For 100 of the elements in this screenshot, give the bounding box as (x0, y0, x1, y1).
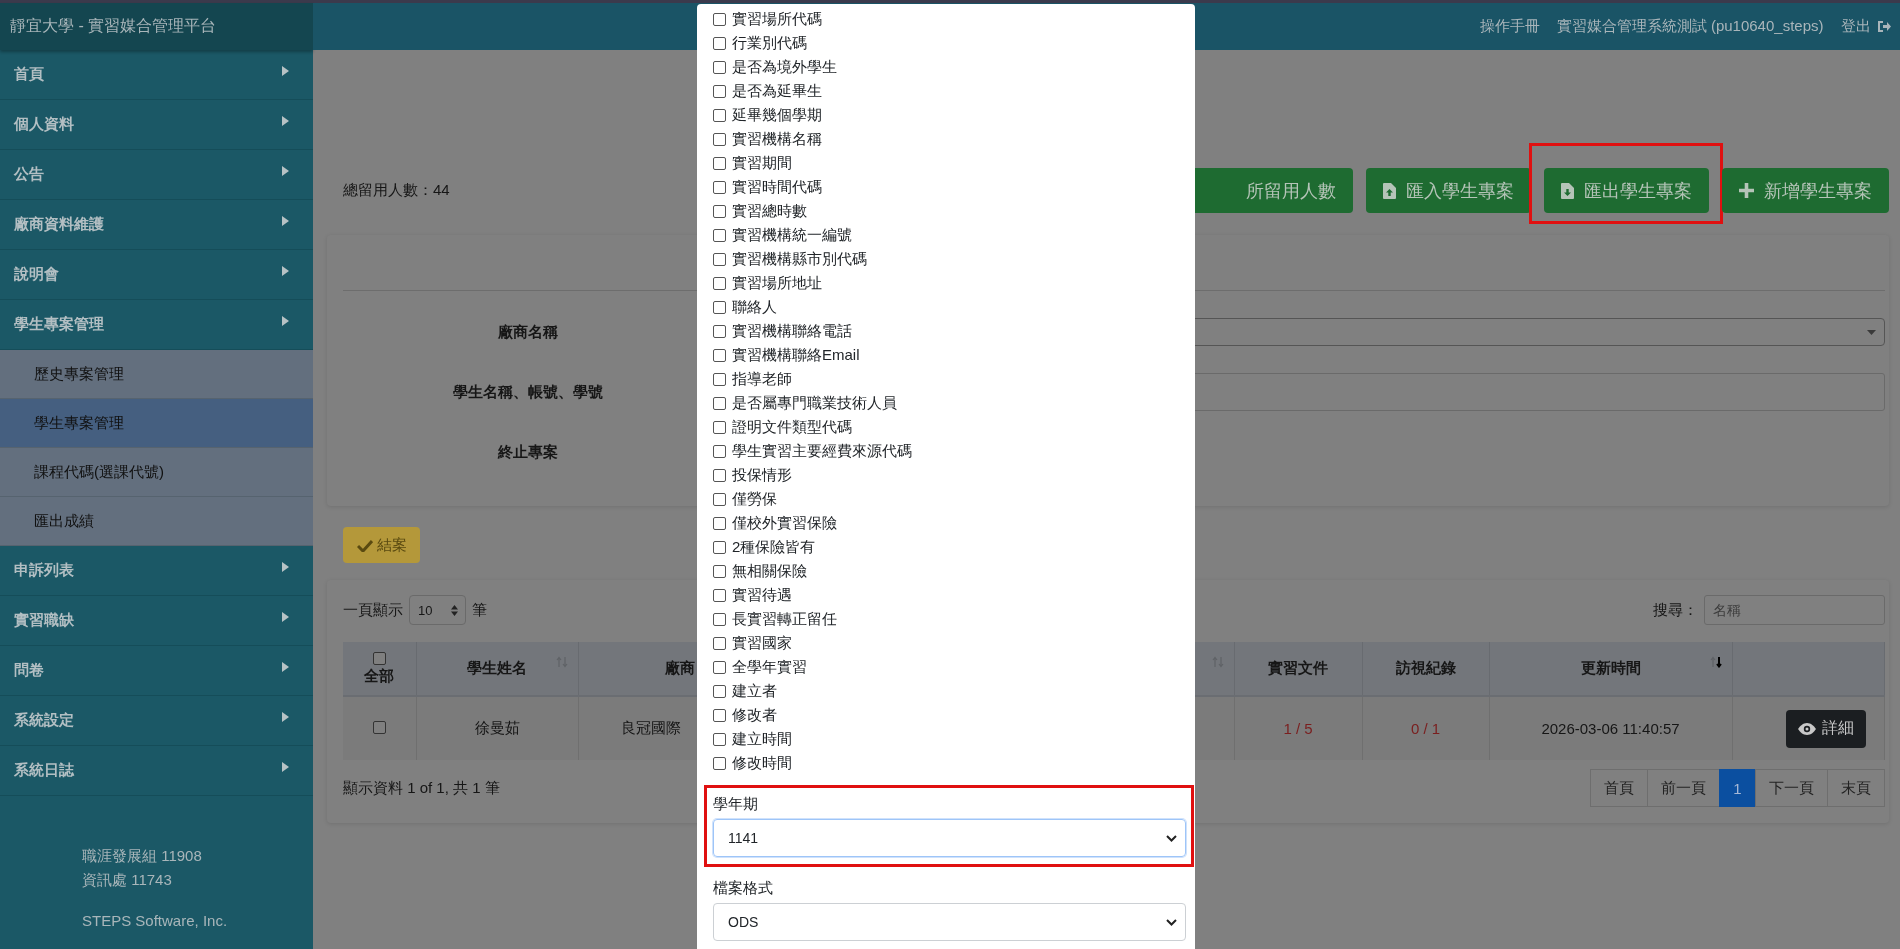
field-option[interactable]: 僅校外實習保險 (713, 511, 1186, 535)
detail-button[interactable]: 詳細 (1785, 709, 1866, 748)
field-option[interactable]: 2種保險皆有 (713, 535, 1186, 559)
column-header[interactable]: 學生姓名 (416, 642, 578, 696)
column-header[interactable]: 更新時間 (1489, 642, 1732, 696)
field-checkbox[interactable] (713, 708, 726, 722)
field-option[interactable]: 實習機構聯絡電話 (713, 319, 1186, 343)
page-size-label: 一頁顯示 (343, 600, 403, 620)
field-checkbox[interactable] (713, 180, 726, 194)
field-checkbox[interactable] (713, 204, 726, 218)
field-checkbox[interactable] (713, 516, 726, 530)
page-size-select[interactable]: 10 (409, 595, 466, 625)
page-button[interactable]: 首頁 (1590, 769, 1649, 807)
field-option[interactable]: 實習機構縣市別代碼 (713, 247, 1186, 271)
sidebar-item[interactable]: 說明會 (0, 250, 313, 300)
field-option[interactable]: 指導老師 (713, 367, 1186, 391)
footer-text: 資訊處 11743 (82, 870, 173, 890)
chevron-down-icon (1166, 834, 1177, 842)
page-button[interactable]: 前一頁 (1647, 769, 1721, 807)
field-checkbox[interactable] (713, 84, 726, 98)
field-checkbox[interactable] (713, 132, 726, 146)
field-option[interactable]: 實習機構聯絡Email (713, 343, 1186, 367)
field-checkbox[interactable] (713, 60, 726, 74)
action-button[interactable]: 匯入學生專案 (1365, 168, 1531, 213)
field-checkbox[interactable] (713, 36, 726, 50)
field-checkbox[interactable] (713, 540, 726, 554)
field-option[interactable]: 無相關保險 (713, 559, 1186, 583)
field-checkbox[interactable] (713, 252, 726, 266)
sidebar-subitem[interactable]: 匯出成績 (0, 497, 313, 546)
select-all-checkbox[interactable] (372, 651, 386, 665)
table-cell: 0 / 1 (1362, 696, 1489, 760)
column-header: 全部 (343, 642, 416, 696)
header-link[interactable]: 實習媒合管理系統測試 (pu10640_steps) (1556, 17, 1824, 36)
search-field[interactable]: 名稱 (1703, 595, 1885, 625)
term-select[interactable]: 1141 (713, 819, 1186, 857)
sidebar-item[interactable]: 個人資料 (0, 100, 313, 150)
field-option[interactable]: 行業別代碼 (713, 31, 1186, 55)
sidebar-item[interactable]: 公告 (0, 150, 313, 200)
chevron-down-icon (1166, 918, 1177, 926)
sidebar-item[interactable]: 系統日誌 (0, 746, 313, 796)
field-checkbox[interactable] (713, 348, 726, 362)
field-checkbox[interactable] (713, 108, 726, 122)
field-option[interactable]: 是否屬專門職業技術人員 (713, 391, 1186, 415)
field-checkbox[interactable] (713, 12, 726, 26)
field-checkbox[interactable] (713, 372, 726, 386)
sidebar-subitem[interactable]: 課程代碼(選課代號) (0, 448, 313, 497)
field-option[interactable]: 長實習轉正留任 (713, 607, 1186, 631)
page-button[interactable]: 下一頁 (1754, 769, 1828, 807)
field-checkbox[interactable] (713, 156, 726, 170)
field-checkbox[interactable] (713, 732, 726, 746)
caret-icon (282, 165, 289, 176)
sidebar-item[interactable]: 系統設定 (0, 696, 313, 746)
field-checkbox[interactable] (713, 300, 726, 314)
field-checkbox[interactable] (713, 756, 726, 770)
field-checkbox[interactable] (713, 444, 726, 458)
action-button[interactable]: 匯出學生專案 (1543, 168, 1709, 213)
field-option[interactable]: 僅勞保 (713, 487, 1186, 511)
table-cell: 1 / 5 (1234, 696, 1362, 760)
field-option[interactable]: 聯絡人 (713, 295, 1186, 319)
field-checkbox[interactable] (713, 492, 726, 506)
plus-icon (1738, 183, 1754, 198)
field-checkbox[interactable] (713, 396, 726, 410)
field-checkbox[interactable] (713, 228, 726, 242)
field-checkbox[interactable] (713, 660, 726, 674)
sidebar-subitem[interactable]: 歷史專案管理 (0, 350, 313, 399)
field-option[interactable]: 是否為境外學生 (713, 55, 1186, 79)
sidebar-item[interactable]: 申訴列表 (0, 546, 313, 596)
field-checkbox[interactable] (713, 420, 726, 434)
sidebar-item[interactable]: 問卷 (0, 646, 313, 696)
page-button[interactable]: 末頁 (1826, 769, 1885, 807)
dropdown-icon (1866, 329, 1876, 335)
field-checkbox[interactable] (713, 324, 726, 338)
field-checkbox[interactable] (713, 276, 726, 290)
field-option[interactable]: 實習場所代碼 (713, 7, 1186, 31)
field-option[interactable]: 實習機構統一編號 (713, 223, 1186, 247)
check-icon (356, 538, 373, 552)
page-button[interactable]: 1 (1719, 769, 1756, 807)
field-option[interactable]: 實習機構名稱 (713, 127, 1186, 151)
field-checkbox[interactable] (713, 636, 726, 650)
field-option[interactable]: 是否為延畢生 (713, 79, 1186, 103)
field-option[interactable]: 實習待遇 (713, 583, 1186, 607)
field-option[interactable]: 實習場所地址 (713, 271, 1186, 295)
sidebar-item[interactable]: 首頁 (0, 50, 313, 100)
field-option[interactable]: 延畢幾個學期 (713, 103, 1186, 127)
logout-link[interactable]: 登出 (1840, 17, 1891, 36)
field-option[interactable]: 學生實習主要經費來源代碼 (713, 439, 1186, 463)
field-option[interactable]: 證明文件類型代碼 (713, 415, 1186, 439)
filter-label: 終止專案 (496, 442, 559, 462)
action-button[interactable]: 新增學生專案 (1721, 168, 1889, 213)
field-option[interactable]: 投保情形 (713, 463, 1186, 487)
field-checkbox[interactable] (713, 468, 726, 482)
field-checkbox[interactable] (713, 684, 726, 698)
sidebar-item[interactable]: 實習職缺 (0, 596, 313, 646)
field-checkbox[interactable] (713, 588, 726, 602)
format-select[interactable]: ODS (713, 903, 1186, 941)
field-checkbox[interactable] (713, 564, 726, 578)
sidebar-item[interactable]: 廠商資料維護 (0, 200, 313, 250)
field-checkbox[interactable] (713, 612, 726, 626)
row-checkbox[interactable] (372, 721, 386, 734)
header-link[interactable]: 操作手冊 (1479, 17, 1540, 36)
